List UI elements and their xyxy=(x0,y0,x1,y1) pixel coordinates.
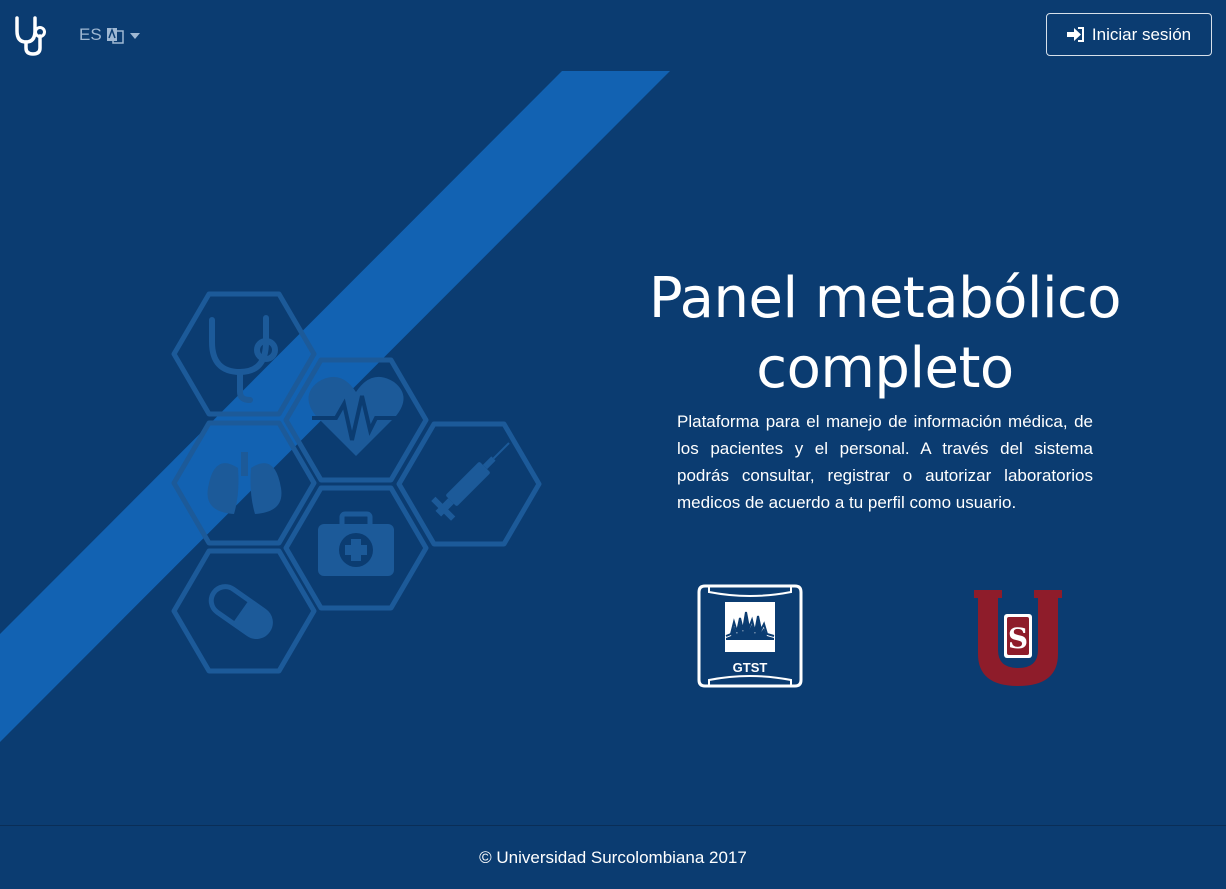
gtst-logo-text: GTST xyxy=(733,660,768,675)
chevron-down-icon xyxy=(129,33,140,39)
page-title: Panel metabólico completo xyxy=(620,264,1150,404)
title-line-1: Panel metabólico xyxy=(648,266,1122,331)
login-button-label: Iniciar sesión xyxy=(1091,24,1192,44)
title-line-2: completo xyxy=(756,336,1014,401)
language-icon xyxy=(106,27,124,44)
login-button[interactable]: Iniciar sesión xyxy=(1046,13,1212,56)
pill-illustration-icon xyxy=(208,584,273,639)
language-selector[interactable]: ES xyxy=(79,25,140,45)
first-aid-kit-illustration-icon xyxy=(318,511,394,576)
navbar: ES Iniciar sesión xyxy=(0,0,1226,70)
hero-description: Plataforma para el manejo de información… xyxy=(677,412,1093,512)
footer: © Universidad Surcolombiana 2017 xyxy=(0,825,1226,889)
usco-logo-text: S xyxy=(1008,622,1028,655)
heartbeat-illustration-icon xyxy=(308,376,404,456)
stethoscope-icon[interactable] xyxy=(13,15,53,57)
copyright-text: © Universidad Surcolombiana 2017 xyxy=(479,847,747,867)
sign-in-icon xyxy=(1066,27,1084,42)
language-code: ES xyxy=(79,25,102,44)
usco-logo: S xyxy=(974,590,1062,686)
gtst-logo: GTST xyxy=(697,584,803,688)
syringe-illustration-icon xyxy=(431,442,510,521)
